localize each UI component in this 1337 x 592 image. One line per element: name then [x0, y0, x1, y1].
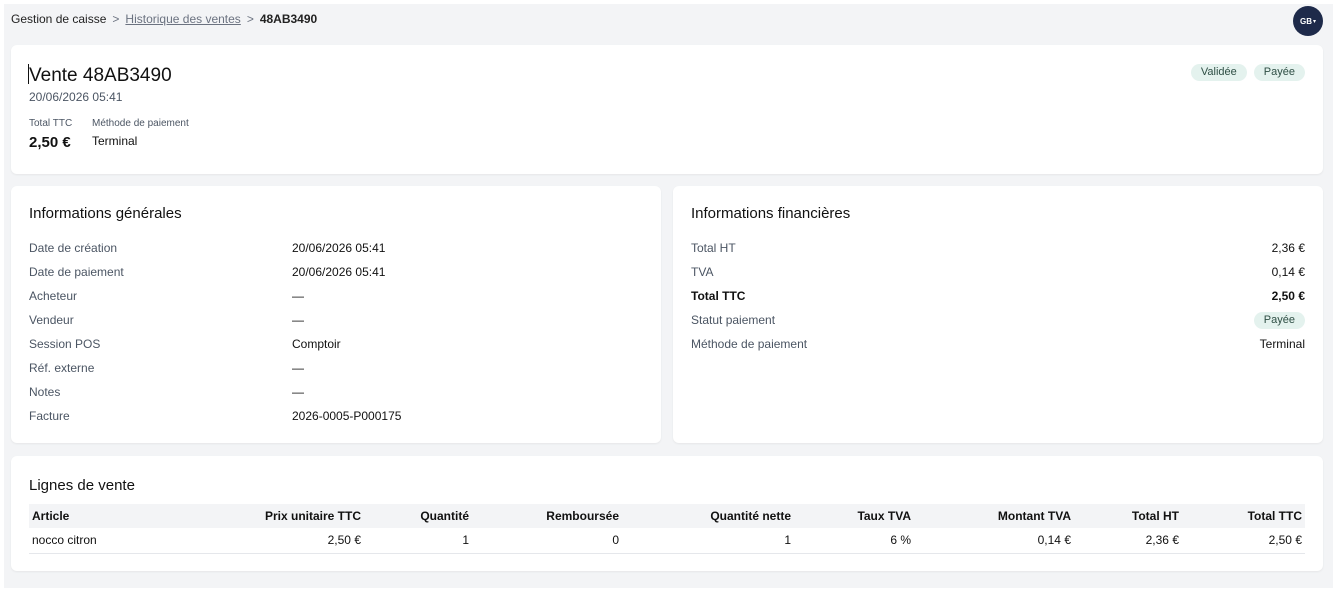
finance-value: Terminal [1259, 337, 1305, 351]
invoice-value[interactable]: 2026-0005-P000175 [292, 409, 401, 423]
total-ttc-label: Total TTC [29, 118, 73, 129]
info-value: — [292, 313, 304, 327]
table-cell: nocco citron [29, 528, 189, 554]
finance-label: Total TTC [691, 289, 746, 303]
info-label: Facture [29, 409, 70, 423]
finance-row: TVA 0,14 € [691, 260, 1305, 284]
breadcrumb: Gestion de caisse > Historique des vente… [11, 12, 317, 26]
info-row: Réf. externe — [29, 356, 643, 380]
general-info-rows: Date de création 20/06/2026 05:41 Date de… [29, 236, 643, 428]
finance-row-total: Total TTC 2,50 € [691, 284, 1305, 308]
finance-label: Total HT [691, 241, 736, 255]
finance-value: 2,50 € [1271, 289, 1305, 303]
finance-value: 2,36 € [1271, 241, 1305, 255]
status-badge-validated: Validée [1190, 64, 1247, 81]
payment-method-value: Terminal [92, 134, 138, 148]
sale-header-card: Vente 48AB3490 20/06/2026 05:41 Total TT… [11, 45, 1323, 174]
column-header: Total TTC [1247, 509, 1302, 523]
table-row: nocco citron 2,50 € 1 0 1 6 % 0,14 € 2,3… [29, 528, 1305, 554]
payment-status-badge: Payée [1253, 311, 1305, 329]
table-cell: 0,14 € [914, 528, 1074, 554]
breadcrumb-separator: > [246, 12, 254, 26]
table-cell: 2,50 € [1182, 528, 1305, 554]
payment-method-block: Méthode de paiement Terminal [92, 118, 189, 148]
finance-label: Statut paiement [691, 313, 776, 327]
info-value: — [292, 361, 304, 375]
info-label: Date de création [29, 241, 118, 255]
sale-lines-card: Lignes de vente Article Prix unitaire TT… [11, 456, 1323, 571]
general-info-title: Informations générales [29, 205, 182, 222]
info-label: Session POS [29, 337, 101, 351]
chevron-down-icon: ▾ [1312, 18, 1316, 25]
column-header: Article [32, 509, 70, 523]
info-label: Réf. externe [29, 361, 95, 375]
column-header: Montant TVA [997, 509, 1071, 523]
info-label: Date de paiement [29, 265, 124, 279]
table-cell: 0 [472, 528, 622, 554]
info-label: Vendeur [29, 313, 74, 327]
column-header: Prix unitaire TTC [264, 509, 361, 523]
breadcrumb-separator: > [112, 12, 120, 26]
total-ttc-block: Total TTC 2,50 € [29, 118, 72, 151]
info-row: Date de paiement 20/06/2026 05:41 [29, 260, 643, 284]
sale-lines-table: Article Prix unitaire TTC Quantité Rembo… [29, 504, 1305, 554]
breadcrumb-root[interactable]: Gestion de caisse [11, 12, 106, 26]
user-avatar-menu[interactable]: GB ▾ [1293, 6, 1323, 36]
sale-title-text: Vente 48AB3490 [29, 65, 172, 86]
info-value: Comptoir [292, 337, 341, 351]
finance-row: Total HT 2,36 € [691, 236, 1305, 260]
table-cell: 6 % [794, 528, 914, 554]
sale-lines-title: Lignes de vente [29, 477, 135, 494]
info-row: Notes — [29, 380, 643, 404]
info-label: Acheteur [29, 289, 78, 303]
finance-row: Statut paiement Payée [691, 308, 1305, 332]
table-header-row: Article Prix unitaire TTC Quantité Rembo… [29, 504, 1305, 528]
total-ttc-value: 2,50 € [29, 134, 71, 151]
table-cell: 1 [622, 528, 794, 554]
info-value: 20/06/2026 05:41 [292, 265, 386, 279]
column-header: Quantité nette [710, 509, 791, 523]
info-row: Vendeur — [29, 308, 643, 332]
avatar-initials: GB [1299, 16, 1312, 26]
financial-info-rows: Total HT 2,36 € TVA 0,14 € Total TTC 2,50 €… [691, 236, 1305, 356]
breadcrumb-current: 48AB3490 [259, 12, 318, 26]
finance-row: Méthode de paiement Terminal [691, 332, 1305, 356]
status-badges: Validée Payée [1190, 64, 1305, 81]
info-value: — [292, 289, 304, 303]
financial-info-title: Informations financières [691, 205, 851, 222]
table-cell: 2,36 € [1074, 528, 1182, 554]
top-bar: Gestion de caisse > Historique des vente… [4, 4, 1333, 36]
finance-label: TVA [691, 265, 714, 279]
financial-info-card: Informations financières Total HT 2,36 € … [673, 186, 1323, 443]
page-title: Vente 48AB3490 [28, 64, 172, 87]
finance-label: Méthode de paiement [691, 337, 808, 351]
sale-date: 20/06/2026 05:41 [29, 90, 123, 104]
info-value: — [292, 385, 304, 399]
column-header: Total HT [1131, 509, 1179, 523]
column-header: Taux TVA [857, 509, 911, 523]
info-row: Session POS Comptoir [29, 332, 643, 356]
breadcrumb-history-link[interactable]: Historique des ventes [125, 12, 240, 26]
column-header: Remboursée [546, 509, 619, 523]
column-header: Quantité [420, 509, 469, 523]
table-cell: 1 [364, 528, 472, 554]
status-badge-paid: Payée [1253, 64, 1305, 81]
general-info-card: Informations générales Date de création 2… [11, 186, 661, 443]
info-row: Acheteur — [29, 284, 643, 308]
table-cell: 2,50 € [189, 528, 364, 554]
info-row: Date de création 20/06/2026 05:41 [29, 236, 643, 260]
info-row: Facture 2026-0005-P000175 [29, 404, 643, 428]
page: Gestion de caisse > Historique des vente… [4, 4, 1333, 588]
payment-method-label: Méthode de paiement [92, 118, 189, 129]
info-value: 20/06/2026 05:41 [292, 241, 386, 255]
finance-value: 0,14 € [1271, 265, 1305, 279]
info-label: Notes [29, 385, 61, 399]
